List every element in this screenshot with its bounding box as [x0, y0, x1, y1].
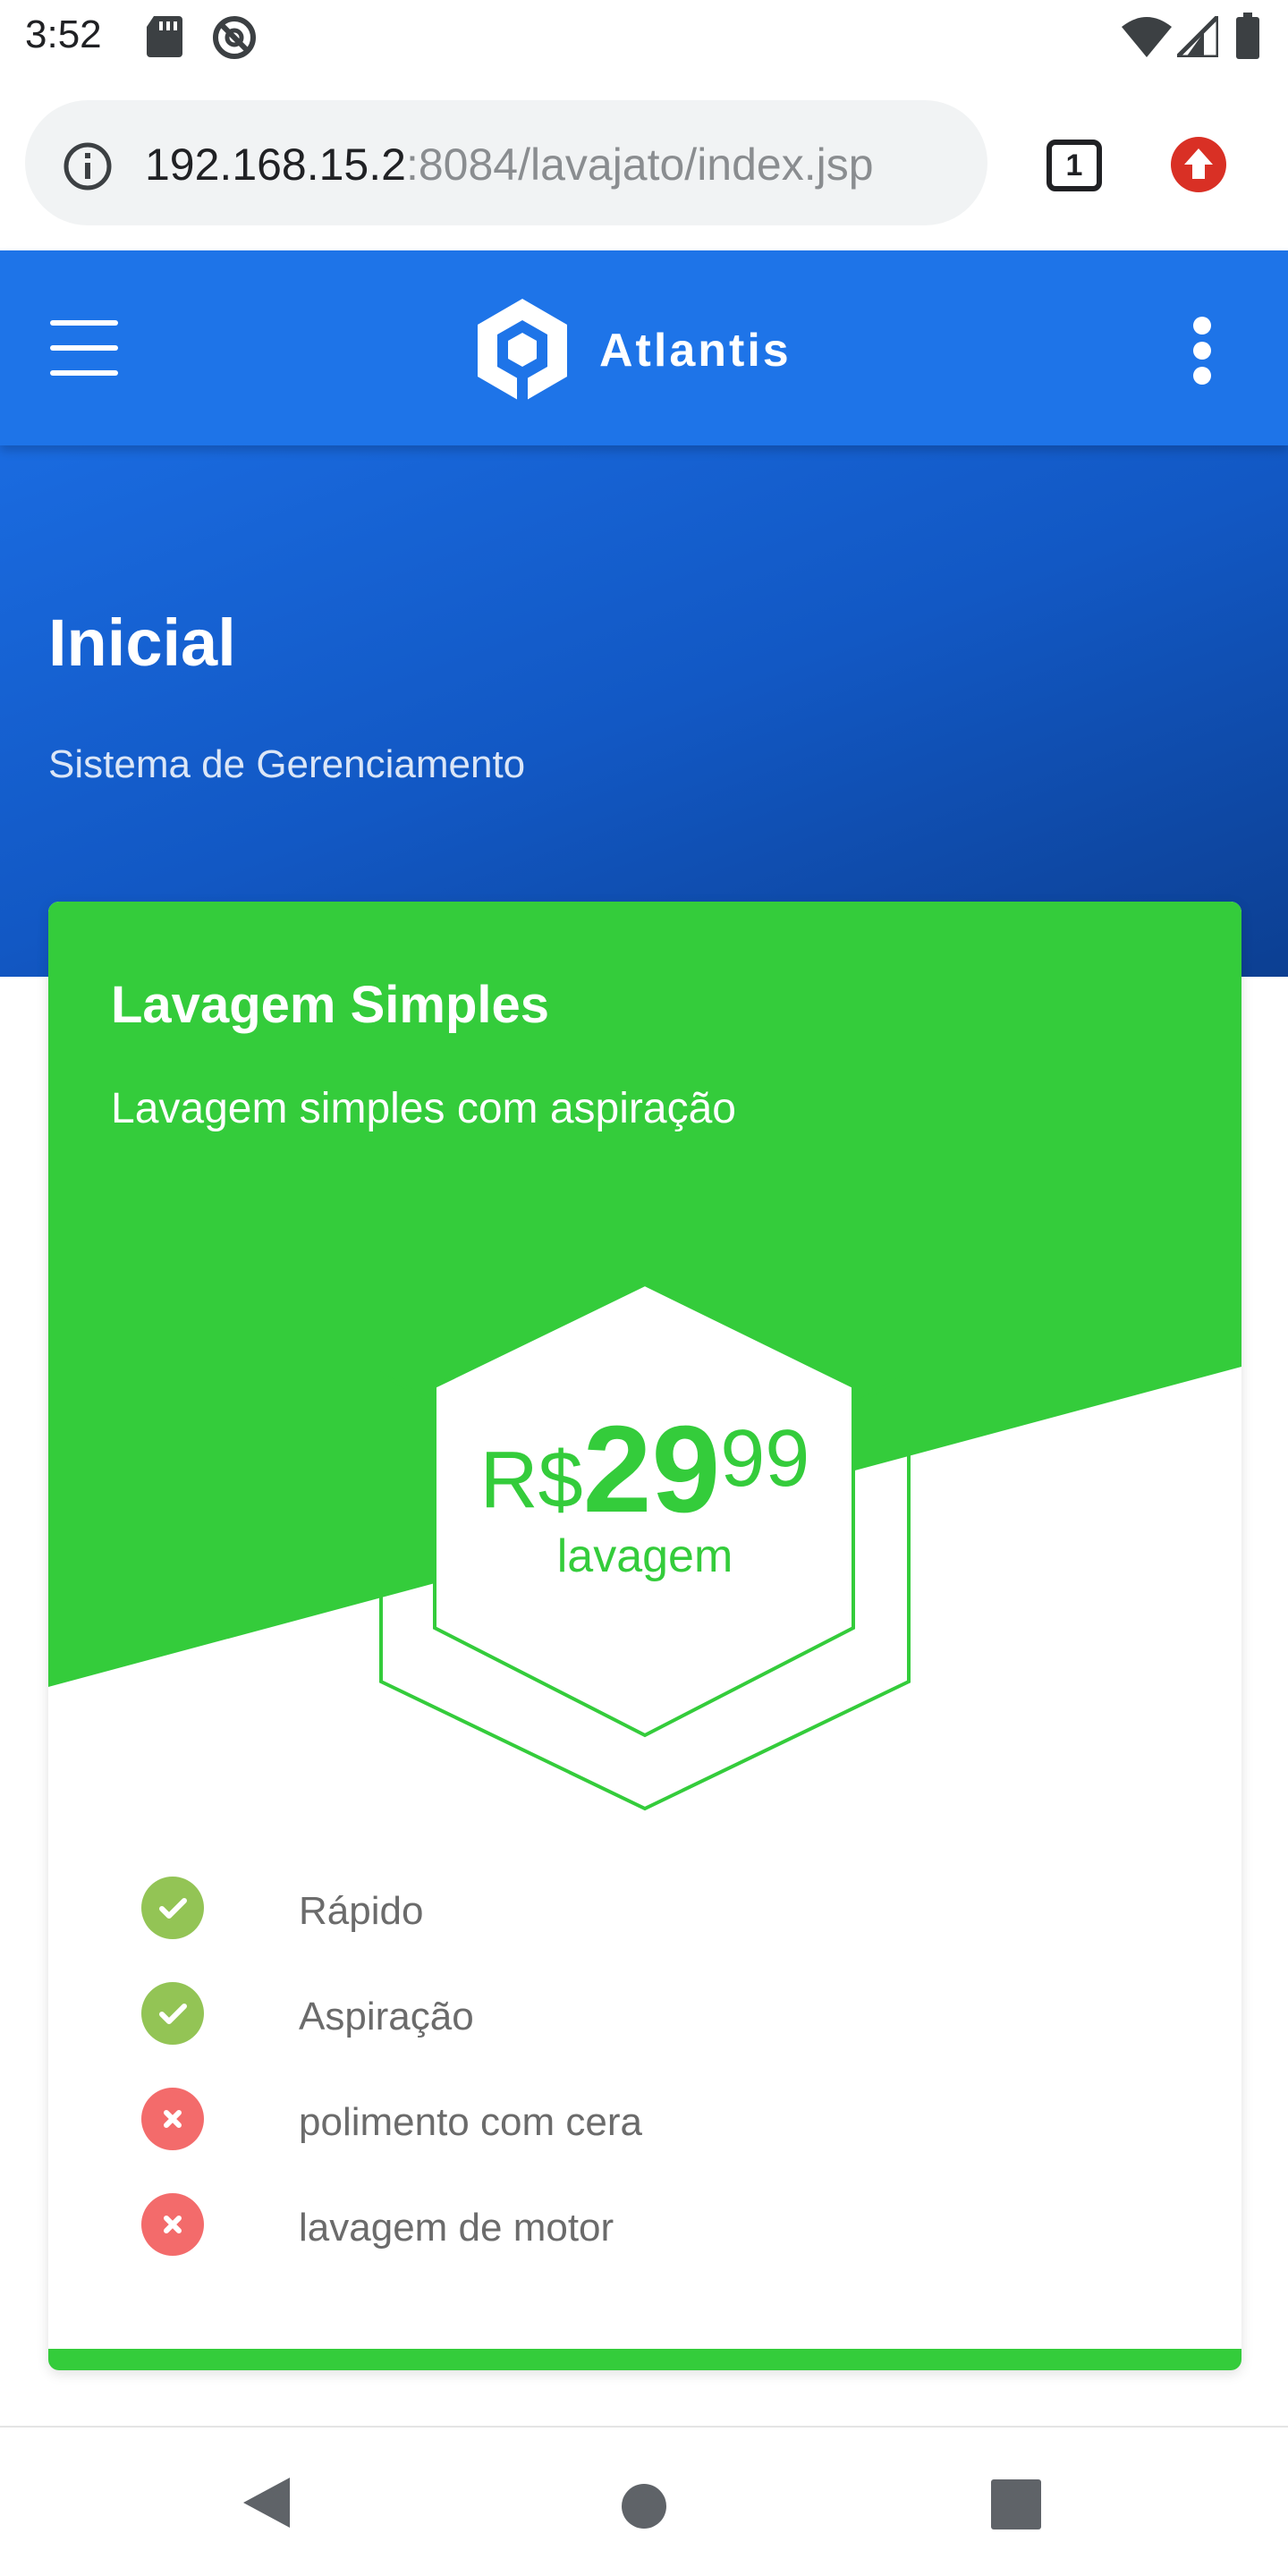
close-icon — [141, 2193, 204, 2256]
check-icon — [141, 1982, 204, 2045]
url-text[interactable]: 192.168.15.2:8084/lavajato/index.jsp — [145, 140, 977, 190]
recents-icon[interactable] — [991, 2479, 1041, 2529]
price-cents: 99 — [720, 1414, 810, 1504]
brand-name: Atlantis — [599, 325, 792, 377]
page-title: Inicial — [48, 606, 236, 680]
do-not-disturb-icon — [213, 16, 256, 59]
battery-icon — [1236, 13, 1259, 59]
feature-label: lavagem de motor — [299, 2206, 614, 2250]
feature-label: Rápido — [299, 1889, 424, 1933]
page-subtitle: Sistema de Gerenciamento — [48, 742, 526, 786]
price-currency: R$ — [479, 1436, 583, 1525]
feature-item: Rápido — [48, 1855, 1241, 1961]
more-vert-icon[interactable] — [1191, 317, 1213, 385]
browser-toolbar: 192.168.15.2:8084/lavajato/index.jsp 1 — [0, 77, 1288, 250]
menu-icon[interactable] — [50, 320, 118, 376]
price-display: R$ 29 99 lavagem — [454, 1402, 835, 1583]
hero-section: Inicial Sistema de Gerenciamento — [0, 445, 1288, 977]
info-icon[interactable] — [63, 141, 113, 191]
status-time: 3:52 — [25, 13, 102, 56]
brand[interactable]: Atlantis — [478, 297, 792, 404]
feature-item: lavagem de motor — [48, 2172, 1241, 2277]
home-icon[interactable] — [621, 2483, 667, 2529]
price-unit: lavagem — [556, 1530, 733, 1582]
feature-item: polimento com cera — [48, 2066, 1241, 2172]
system-nav-bar — [0, 2426, 1288, 2576]
feature-label: polimento com cera — [299, 2100, 642, 2144]
check-icon — [141, 1877, 204, 1939]
url-path: :8084/lavajato/index.jsp — [405, 140, 874, 190]
url-host: 192.168.15.2 — [145, 140, 406, 190]
back-icon[interactable] — [242, 2476, 292, 2529]
url-bar[interactable]: 192.168.15.2:8084/lavajato/index.jsp — [25, 100, 987, 225]
tab-switcher-icon[interactable]: 1 — [1046, 140, 1102, 191]
pricing-card: Lavagem Simples Lavagem simples com aspi… — [48, 902, 1241, 2370]
feature-label: Aspiração — [299, 1995, 474, 2038]
feature-item: Aspiração — [48, 1961, 1241, 2066]
wifi-icon — [1122, 17, 1172, 57]
price-integer: 29 — [582, 1401, 721, 1538]
sd-card-icon — [147, 16, 182, 57]
app-header: Atlantis — [0, 250, 1288, 445]
status-bar: 3:52 — [0, 0, 1288, 77]
update-icon[interactable] — [1170, 136, 1227, 193]
card-accent-bar — [48, 2349, 1241, 2370]
close-icon — [141, 2088, 204, 2150]
logo-icon — [478, 299, 567, 402]
signal-icon — [1177, 16, 1218, 57]
feature-list: Rápido Aspiração polimento com cera lava… — [48, 1855, 1241, 2277]
